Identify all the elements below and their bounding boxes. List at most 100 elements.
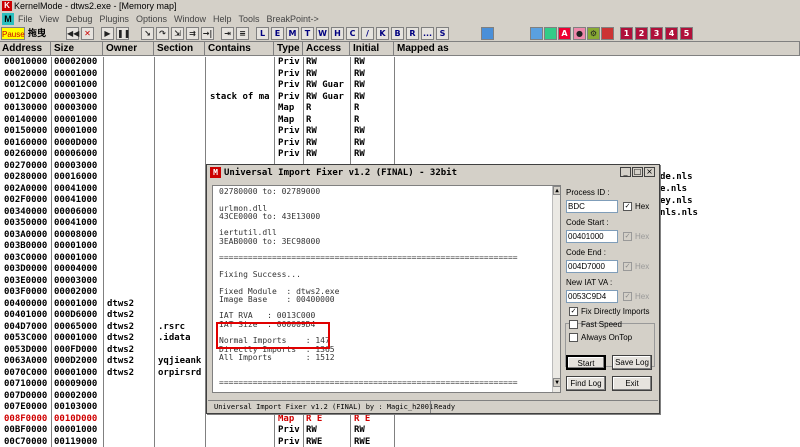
table-row[interactable]: 00260000 00006000 Priv RW RW <box>0 149 800 159</box>
step-into-icon[interactable]: ↘ <box>141 27 154 40</box>
cell-addr: 00C70000 <box>4 436 48 447</box>
close-icon[interactable]: × <box>644 167 655 177</box>
record-icon[interactable]: ● <box>573 27 586 40</box>
scroll-down-icon[interactable]: ▼ <box>553 378 560 387</box>
menu-item[interactable]: File <box>18 12 33 26</box>
window-button[interactable]: K <box>376 27 389 40</box>
gear-icon[interactable]: ⚙ <box>587 27 600 40</box>
window-button[interactable]: ... <box>421 27 434 40</box>
table-row[interactable]: 00C70000 00119000 Priv RWE RWE <box>0 437 800 447</box>
step-over-icon[interactable]: ↷ <box>156 27 169 40</box>
column-header[interactable]: Owner <box>104 42 154 56</box>
save-log-button[interactable]: Save Log <box>612 355 652 370</box>
table-row[interactable]: 00020000 00001000 Priv RW RW <box>0 69 800 79</box>
start-button[interactable]: Start <box>566 355 606 370</box>
log-lines: 02780000 to: 02789000 urlmon.dll 43CE0000 … <box>219 187 518 387</box>
always-on-top-checkbox[interactable] <box>569 333 578 342</box>
table-row[interactable]: 00130000 00003000 Map R R <box>0 103 800 113</box>
maximize-icon[interactable]: □ <box>632 167 643 177</box>
help-icon[interactable] <box>601 27 614 40</box>
cell-type: Priv <box>278 137 300 148</box>
cell-size: 00001000 <box>54 252 98 263</box>
table-row[interactable]: 0012D000 00003000 stack of ma Priv RW Guar RW <box>0 92 800 102</box>
numbered-button[interactable]: 4 <box>665 27 678 40</box>
window-button[interactable]: L <box>256 27 269 40</box>
minimize-icon[interactable]: _ <box>620 167 631 177</box>
plugins-icon[interactable] <box>544 27 557 40</box>
column-header[interactable]: Mapped as <box>395 42 800 56</box>
cell-addr: 003C0000 <box>4 252 48 263</box>
exit-button[interactable]: Exit <box>612 376 652 391</box>
new-iat-input[interactable]: 0053C9D4 <box>566 290 618 303</box>
column-header[interactable]: Type <box>275 42 303 56</box>
trace-into-icon[interactable]: ⇲ <box>171 27 184 40</box>
window-button[interactable]: C <box>346 27 359 40</box>
process-id-hex-checkbox[interactable]: ✓ <box>623 202 632 211</box>
a-icon[interactable]: A <box>558 27 571 40</box>
cell-addr: 0063A000 <box>4 356 48 366</box>
log-textarea[interactable]: 02780000 to: 02789000 urlmon.dll 43CE0000 … <box>212 185 561 393</box>
numbered-button[interactable]: 1 <box>620 27 633 40</box>
close-icon[interactable]: ✕ <box>81 27 94 40</box>
process-id-input[interactable]: BDC <box>566 200 618 213</box>
cell-initial: RW <box>354 126 365 136</box>
settings-icon[interactable] <box>481 27 494 40</box>
menu-item[interactable]: View <box>40 12 59 26</box>
window-button[interactable]: S <box>436 27 449 40</box>
table-row[interactable]: 00160000 0000D000 Priv RW RW <box>0 138 800 148</box>
table-row[interactable]: 00140000 00001000 Map R R <box>0 115 800 125</box>
rewind-icon[interactable]: ◀◀ <box>66 27 79 40</box>
window-button[interactable]: E <box>271 27 284 40</box>
code-start-input[interactable]: 00401000 <box>566 230 618 243</box>
app-logo-icon[interactable]: M <box>2 13 14 25</box>
menu-item[interactable]: Debug <box>66 12 93 26</box>
column-header[interactable]: Section <box>155 42 205 56</box>
numbered-button[interactable]: 2 <box>635 27 648 40</box>
options-icon[interactable] <box>530 27 543 40</box>
window-button[interactable]: B <box>391 27 404 40</box>
table-row[interactable]: 00BF0000 00001000 Priv RW RW <box>0 425 800 435</box>
numbered-button[interactable]: 5 <box>680 27 693 40</box>
menu-item[interactable]: Window <box>174 12 206 26</box>
menu-item[interactable]: Options <box>136 12 167 26</box>
hex-label: Hex <box>635 262 650 271</box>
menu-item[interactable]: Tools <box>239 12 260 26</box>
window-title: KernelMode - dtws2.exe - [Memory map] <box>14 1 177 11</box>
window-button[interactable]: M <box>286 27 299 40</box>
trace-over-icon[interactable]: ⇉ <box>186 27 199 40</box>
window-button[interactable]: H <box>331 27 344 40</box>
numbered-button[interactable]: 3 <box>650 27 663 40</box>
cell-access: RW <box>306 137 317 148</box>
go-to-icon[interactable]: ⇥ <box>221 27 234 40</box>
execute-till-return-icon[interactable]: →| <box>201 27 214 40</box>
table-row[interactable]: 0012C000 00001000 Priv RW Guar RW <box>0 80 800 90</box>
find-log-button[interactable]: Find Log <box>566 376 606 391</box>
fix-directly-checkbox[interactable]: ✓ <box>569 307 578 316</box>
table-row[interactable]: 00010000 00002000 Priv RW RW <box>0 57 800 67</box>
column-header[interactable]: Contains <box>206 42 274 56</box>
menu-item[interactable]: Plugins <box>99 12 129 26</box>
column-header[interactable]: Initial <box>351 42 394 56</box>
mapped-name: e.nls <box>660 184 688 194</box>
column-header[interactable]: Size <box>52 42 103 56</box>
table-row[interactable]: 00150000 00001000 Priv RW RW <box>0 126 800 136</box>
run-icon[interactable]: ▶ <box>101 27 114 40</box>
menu-item[interactable]: BreakPoint-> <box>267 12 319 26</box>
scroll-up-icon[interactable]: ▲ <box>553 186 560 195</box>
expression-icon[interactable]: ≡ <box>236 27 249 40</box>
window-button[interactable]: W <box>316 27 329 40</box>
cell-owner: dtws2 <box>107 298 135 309</box>
pause-icon[interactable]: ❚❚ <box>116 27 130 40</box>
column-header[interactable]: Address <box>0 42 51 56</box>
code-end-input[interactable]: 004D7000 <box>566 260 618 273</box>
log-scrollbar[interactable]: ▲ ▼ <box>552 186 560 392</box>
column-header[interactable]: Access <box>304 42 350 56</box>
cell-size: 00001000 <box>54 333 98 343</box>
fast-speed-checkbox[interactable] <box>569 320 578 329</box>
cell-addr: 00260000 <box>4 149 48 159</box>
window-button[interactable]: R <box>406 27 419 40</box>
window-button[interactable]: T <box>301 27 314 40</box>
window-button[interactable]: / <box>361 27 374 40</box>
menu-item[interactable]: Help <box>213 12 232 26</box>
table-row[interactable]: 008F0000 0010D000 Map R E R E <box>0 414 800 424</box>
